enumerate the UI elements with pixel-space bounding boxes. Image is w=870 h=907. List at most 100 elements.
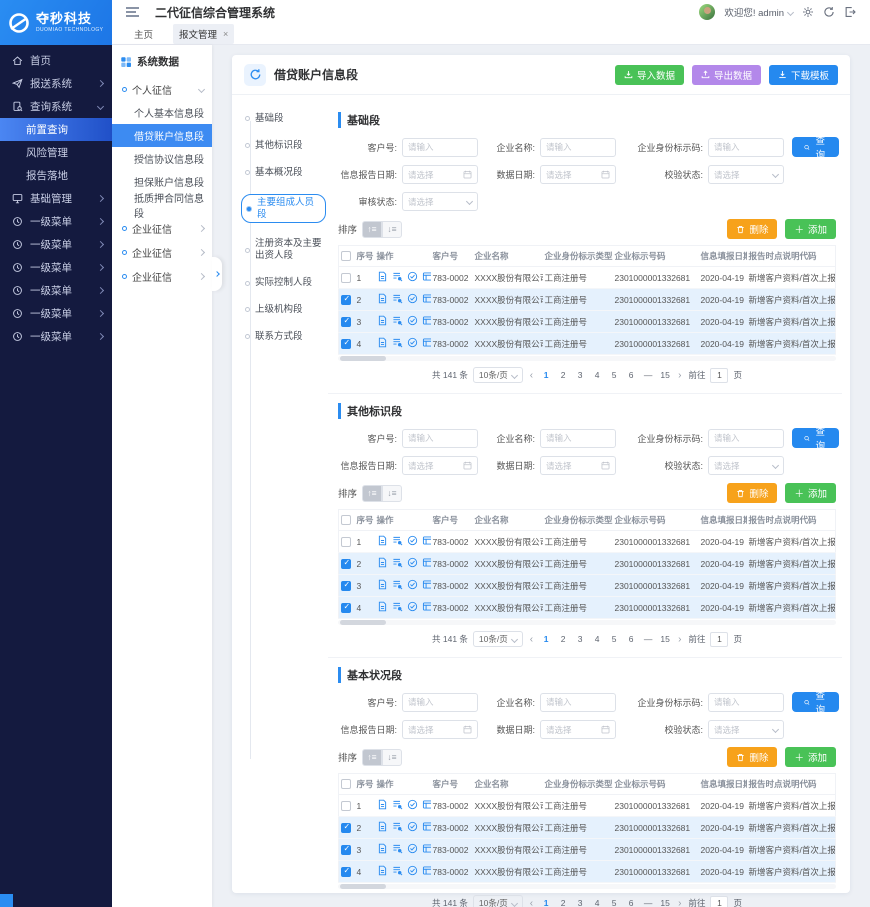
tab-message-management[interactable]: 报文管理 × bbox=[173, 24, 234, 44]
table-row[interactable]: 3 783-0002 bbox=[339, 575, 836, 597]
next-page-button[interactable]: › bbox=[676, 370, 683, 381]
table-row[interactable]: 3 783-0002 bbox=[339, 311, 836, 333]
report-date-picker[interactable]: 请选择 bbox=[402, 165, 478, 184]
detail-search-icon[interactable] bbox=[392, 843, 403, 854]
sidebar-item-level1[interactable]: 一级菜单 bbox=[0, 210, 112, 233]
edit-file-icon[interactable] bbox=[377, 557, 388, 568]
select-all-checkbox[interactable] bbox=[341, 251, 351, 261]
table-row[interactable]: 2 783-0002 bbox=[339, 289, 836, 311]
row-checkbox[interactable] bbox=[341, 537, 351, 547]
sidebar-item-level1[interactable]: 一级菜单 bbox=[0, 279, 112, 302]
approve-check-icon[interactable] bbox=[407, 843, 418, 854]
anchor-item[interactable]: 其他标识段 bbox=[244, 140, 326, 152]
page-number[interactable]: — bbox=[642, 898, 654, 907]
detail-search-icon[interactable] bbox=[392, 271, 403, 282]
prev-page-button[interactable]: ‹ bbox=[528, 634, 535, 645]
edit-file-icon[interactable] bbox=[377, 821, 388, 832]
row-checkbox[interactable] bbox=[341, 801, 351, 811]
page-number[interactable]: 15 bbox=[659, 634, 671, 644]
data-date-picker[interactable]: 请选择 bbox=[540, 720, 616, 739]
page-number[interactable]: 4 bbox=[591, 898, 603, 907]
detail-search-icon[interactable] bbox=[392, 337, 403, 348]
check-status-select[interactable]: 请选择 bbox=[708, 165, 784, 184]
user-avatar[interactable] bbox=[699, 4, 715, 20]
delete-button[interactable]: 删除 bbox=[727, 483, 777, 503]
logout-icon[interactable] bbox=[844, 6, 856, 18]
form-card-icon[interactable] bbox=[422, 271, 431, 282]
approve-check-icon[interactable] bbox=[407, 821, 418, 832]
goto-page-input[interactable] bbox=[710, 632, 728, 647]
page-number[interactable]: 2 bbox=[557, 370, 569, 380]
edit-file-icon[interactable] bbox=[377, 315, 388, 326]
page-number[interactable]: 5 bbox=[608, 634, 620, 644]
form-card-icon[interactable] bbox=[422, 337, 431, 348]
data-date-picker[interactable]: 请选择 bbox=[540, 456, 616, 475]
detail-search-icon[interactable] bbox=[392, 579, 403, 590]
report-date-picker[interactable]: 请选择 bbox=[402, 456, 478, 475]
page-number[interactable]: 3 bbox=[574, 898, 586, 907]
detail-search-icon[interactable] bbox=[392, 535, 403, 546]
refresh-icon[interactable] bbox=[823, 6, 835, 18]
approve-check-icon[interactable] bbox=[407, 535, 418, 546]
sort-desc-button[interactable]: ↓≡ bbox=[382, 221, 402, 238]
sidebar-item-level1[interactable]: 一级菜单 bbox=[0, 302, 112, 325]
form-card-icon[interactable] bbox=[422, 579, 431, 590]
approve-check-icon[interactable] bbox=[407, 557, 418, 568]
table-row[interactable]: 1 783-0002 bbox=[339, 531, 836, 553]
page-number[interactable]: 5 bbox=[608, 370, 620, 380]
anchor-item[interactable]: 主要组成人员段 bbox=[241, 194, 326, 224]
delete-button[interactable]: 删除 bbox=[727, 747, 777, 767]
approve-check-icon[interactable] bbox=[407, 315, 418, 326]
page-number[interactable]: 3 bbox=[574, 370, 586, 380]
approve-check-icon[interactable] bbox=[407, 337, 418, 348]
tab-home[interactable]: 主页 bbox=[128, 24, 159, 44]
row-checkbox[interactable] bbox=[341, 295, 351, 305]
user-menu[interactable]: 欢迎您! admin bbox=[724, 5, 793, 19]
edit-file-icon[interactable] bbox=[377, 337, 388, 348]
sidebar-collapse-button[interactable] bbox=[0, 894, 13, 907]
approve-check-icon[interactable] bbox=[407, 271, 418, 282]
close-tab-icon[interactable]: × bbox=[223, 29, 228, 39]
edit-file-icon[interactable] bbox=[377, 579, 388, 590]
form-card-icon[interactable] bbox=[422, 293, 431, 304]
add-button[interactable]: ＋添加 bbox=[785, 747, 836, 767]
edit-file-icon[interactable] bbox=[377, 293, 388, 304]
table-row[interactable]: 2 783-0002 bbox=[339, 817, 836, 839]
page-number[interactable]: 2 bbox=[557, 634, 569, 644]
customer-no-input[interactable]: 请输入 bbox=[402, 138, 478, 157]
company-name-input[interactable]: 请输入 bbox=[540, 693, 616, 712]
page-number[interactable]: 15 bbox=[659, 370, 671, 380]
table-row[interactable]: 4 783-0002 bbox=[339, 333, 836, 355]
delete-button[interactable]: 删除 bbox=[727, 219, 777, 239]
table-row[interactable]: 4 783-0002 bbox=[339, 597, 836, 619]
select-all-checkbox[interactable] bbox=[341, 779, 351, 789]
anchor-item[interactable]: 注册资本及主要出资人段 bbox=[244, 238, 326, 262]
next-page-button[interactable]: › bbox=[676, 634, 683, 645]
page-number[interactable]: 6 bbox=[625, 634, 637, 644]
page-number[interactable]: 1 bbox=[540, 898, 552, 907]
detail-search-icon[interactable] bbox=[392, 315, 403, 326]
row-checkbox[interactable] bbox=[341, 559, 351, 569]
scrollbar-thumb[interactable] bbox=[340, 884, 386, 889]
scrollbar-thumb[interactable] bbox=[340, 356, 386, 361]
form-card-icon[interactable] bbox=[422, 865, 431, 876]
sidebar-subitem[interactable]: 报告落地 bbox=[0, 164, 112, 187]
form-card-icon[interactable] bbox=[422, 315, 431, 326]
edit-file-icon[interactable] bbox=[377, 799, 388, 810]
download-template-button[interactable]: 下载模板 bbox=[769, 65, 838, 85]
data-date-picker[interactable]: 请选择 bbox=[540, 165, 616, 184]
form-card-icon[interactable] bbox=[422, 535, 431, 546]
row-checkbox[interactable] bbox=[341, 581, 351, 591]
edit-file-icon[interactable] bbox=[377, 535, 388, 546]
sidebar-item-home[interactable]: 首页 bbox=[0, 49, 112, 72]
form-card-icon[interactable] bbox=[422, 821, 431, 832]
row-checkbox[interactable] bbox=[341, 603, 351, 613]
detail-search-icon[interactable] bbox=[392, 865, 403, 876]
group-company-credit[interactable]: 企业征信 bbox=[112, 216, 212, 240]
page-number[interactable]: 1 bbox=[540, 370, 552, 380]
sidebar-item-base-management[interactable]: 基础管理 bbox=[0, 187, 112, 210]
row-checkbox[interactable] bbox=[341, 339, 351, 349]
sidebar-expand-handle[interactable] bbox=[212, 257, 222, 291]
goto-page-input[interactable] bbox=[710, 368, 728, 383]
anchor-item[interactable]: 联系方式段 bbox=[244, 331, 326, 343]
